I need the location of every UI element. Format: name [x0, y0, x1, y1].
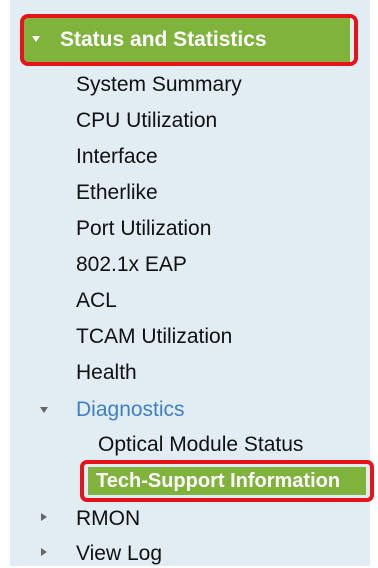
expand-caret-down-icon[interactable] — [40, 407, 48, 413]
header-highlight-box — [20, 14, 358, 66]
nav-item-interface[interactable]: Interface — [76, 143, 158, 171]
nav-item-cpu-utilization[interactable]: CPU Utilization — [76, 107, 217, 135]
nav-item-802-1x-eap[interactable]: 802.1x EAP — [76, 251, 187, 279]
navigation-panel: Status and Statistics System Summary CPU… — [10, 0, 374, 568]
nav-group-view-log[interactable]: View Log — [76, 540, 162, 568]
nav-group-rmon[interactable]: RMON — [76, 505, 140, 533]
caret-right-icon[interactable] — [41, 513, 47, 521]
nav-item-acl[interactable]: ACL — [76, 287, 117, 315]
nav-item-optical-module-status[interactable]: Optical Module Status — [98, 431, 303, 459]
nav-item-etherlike[interactable]: Etherlike — [76, 179, 158, 207]
nav-item-system-summary[interactable]: System Summary — [76, 71, 242, 99]
nav-item-tcam-utilization[interactable]: TCAM Utilization — [76, 323, 232, 351]
caret-right-icon[interactable] — [41, 548, 47, 556]
selected-item-highlight-box — [80, 460, 374, 502]
nav-item-port-utilization[interactable]: Port Utilization — [76, 215, 211, 243]
nav-item-health[interactable]: Health — [76, 359, 137, 387]
nav-group-diagnostics[interactable]: Diagnostics — [76, 396, 185, 424]
